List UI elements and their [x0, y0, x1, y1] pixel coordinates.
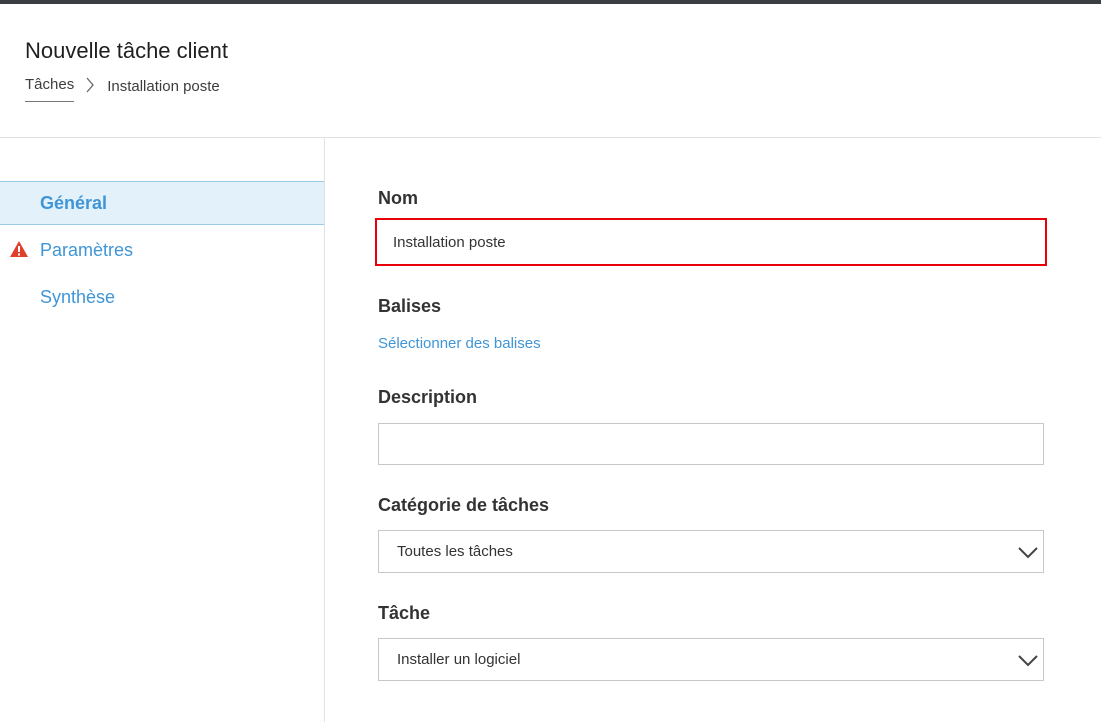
breadcrumb: Tâches Installation poste: [25, 76, 220, 104]
name-input[interactable]: [375, 218, 1047, 266]
sidebar-item-label: Synthèse: [40, 286, 116, 307]
task-category-value: Toutes les tâches: [397, 543, 513, 560]
sidebar: Général Paramètres Synthèse: [0, 138, 325, 722]
task-category-label: Catégorie de tâches: [378, 495, 550, 515]
description-input[interactable]: [378, 423, 1044, 465]
name-label: Nom: [378, 188, 418, 208]
chevron-down-icon: [1017, 650, 1039, 670]
breadcrumb-current: Installation poste: [107, 78, 220, 95]
description-label: Description: [378, 387, 478, 407]
task-value: Installer un logiciel: [397, 651, 521, 668]
sidebar-item-general[interactable]: Général: [0, 181, 324, 225]
sidebar-item-label: Général: [40, 192, 108, 213]
window-top-bar: [0, 0, 1101, 4]
sidebar-item-summary[interactable]: Synthèse: [0, 275, 324, 319]
breadcrumb-link-tasks[interactable]: Tâches: [25, 76, 75, 102]
warning-triangle-icon: [9, 240, 29, 258]
page-title: Nouvelle tâche client: [25, 38, 229, 63]
chevron-down-icon: [1017, 542, 1039, 562]
chevron-right-icon: [85, 76, 97, 94]
select-tags-link[interactable]: Sélectionner des balises: [378, 335, 541, 352]
tags-label: Balises: [378, 296, 442, 316]
task-select[interactable]: Installer un logiciel: [378, 638, 1044, 681]
sidebar-item-label: Paramètres: [40, 239, 134, 260]
task-label: Tâche: [378, 603, 431, 623]
task-category-select[interactable]: Toutes les tâches: [378, 530, 1044, 573]
sidebar-item-parameters[interactable]: Paramètres: [0, 228, 324, 272]
